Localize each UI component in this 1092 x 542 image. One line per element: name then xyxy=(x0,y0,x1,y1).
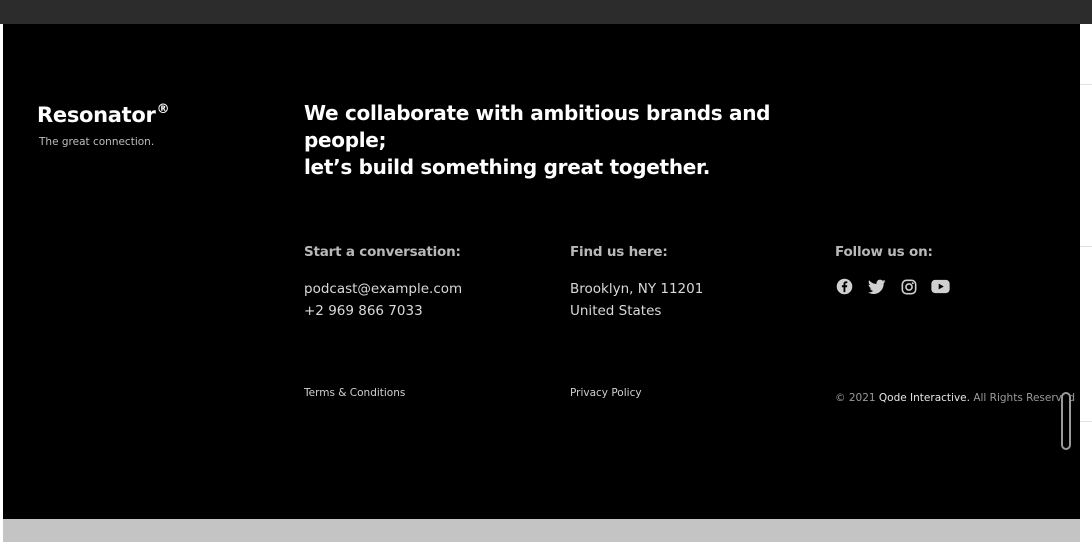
rights-text: All Rights Reserved xyxy=(973,392,1075,404)
social-links xyxy=(835,277,950,296)
address-line: Brooklyn, NY 11201 xyxy=(570,281,704,297)
top-bar xyxy=(0,0,1092,24)
social-column: Follow us on: xyxy=(835,244,950,296)
divider xyxy=(1080,246,1092,247)
contact-column: Start a conversation: podcast@example.co… xyxy=(304,244,462,322)
facebook-icon[interactable] xyxy=(835,277,854,296)
divider xyxy=(1080,421,1092,422)
contact-title: Start a conversation: xyxy=(304,244,461,260)
registered-mark: ® xyxy=(156,102,170,117)
headline-line-1: We collaborate with ambitious brands and… xyxy=(304,101,771,152)
terms-link[interactable]: Terms & Conditions xyxy=(304,387,405,399)
privacy-link[interactable]: Privacy Policy xyxy=(570,387,642,399)
email-link[interactable]: podcast@example.com xyxy=(304,279,462,301)
copyright-prefix: © 2021 xyxy=(835,392,876,404)
country-line: United States xyxy=(570,302,662,319)
instagram-icon[interactable] xyxy=(899,277,918,296)
bottom-bar xyxy=(3,519,1080,542)
brand-name: Resonator xyxy=(37,103,156,127)
divider xyxy=(1080,84,1092,85)
brand-logo[interactable]: Resonator® xyxy=(37,102,170,127)
brand-tagline: The great connection. xyxy=(39,136,155,148)
twitter-icon[interactable] xyxy=(867,277,886,296)
youtube-icon[interactable] xyxy=(931,277,950,296)
footer-headline: We collaborate with ambitious brands and… xyxy=(304,100,824,181)
social-title: Follow us on: xyxy=(835,244,933,260)
copyright-text: © 2021 Qode Interactive. All Rights Rese… xyxy=(835,392,1075,404)
location-column: Find us here: Brooklyn, NY 11201 United … xyxy=(570,244,703,322)
company-link[interactable]: Qode Interactive. xyxy=(879,392,970,404)
right-edge-strip xyxy=(1080,24,1092,519)
scrollbar-thumb[interactable] xyxy=(1061,392,1071,450)
phone-link[interactable]: +2 969 866 7033 xyxy=(304,301,462,323)
headline-line-2: let’s build something great together. xyxy=(304,155,711,179)
location-title: Find us here: xyxy=(570,244,668,260)
